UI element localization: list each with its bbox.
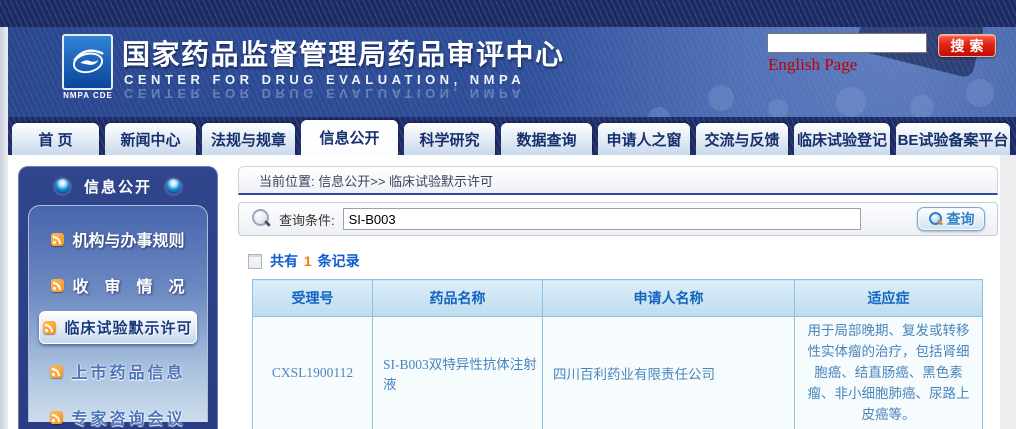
- rss-icon: [50, 365, 63, 378]
- search-icon: [928, 212, 943, 227]
- sidebar-title-label: 信息公开: [84, 176, 152, 197]
- records-summary: 共有 1 条记录: [238, 251, 998, 271]
- cell-applicant: 四川百利药业有限责任公司: [543, 317, 795, 429]
- tab-science[interactable]: 科学研究: [404, 123, 495, 155]
- records-text: 共有 1 条记录: [270, 251, 360, 271]
- sidebar-item-marketed-drug-info[interactable]: 上市药品信息: [29, 348, 207, 394]
- main-nav: 首 页 新闻中心 法规与规章 信息公开 科学研究 数据查询 申请人之窗 交流与反…: [8, 117, 1016, 155]
- logo-caption: NMPA CDE: [46, 91, 130, 100]
- rss-icon: [51, 279, 64, 292]
- sphere-icon: [166, 179, 181, 194]
- tab-feedback[interactable]: 交流与反馈: [696, 123, 788, 155]
- left-gutter: [0, 27, 8, 429]
- site-title-en-reflection: CENTER FOR DRUG EVALUATION, NMPA: [124, 86, 525, 101]
- right-gutter: [1000, 155, 1016, 429]
- top-decor-strip: [0, 0, 1016, 27]
- tab-data-query[interactable]: 数据查询: [501, 123, 592, 155]
- tab-clinical-trial-registry[interactable]: 临床试验登记: [794, 123, 890, 155]
- col-header-applicant: 申请人名称: [543, 280, 795, 317]
- records-count: 1: [302, 253, 314, 269]
- table-row: CXSL1900112 SI-B003双特异性抗体注射液 四川百利药业有限责任公…: [253, 317, 983, 429]
- pill-decor: [966, 79, 994, 107]
- swan-logo-icon: [69, 41, 107, 84]
- query-input[interactable]: [343, 208, 861, 230]
- rss-icon: [50, 411, 63, 424]
- query-label: 查询条件:: [279, 210, 335, 229]
- col-header-indication: 适应症: [795, 280, 983, 317]
- tab-regulations[interactable]: 法规与规章: [202, 123, 295, 155]
- site-search-input[interactable]: [767, 33, 927, 53]
- tab-news[interactable]: 新闻中心: [105, 123, 196, 155]
- site-search-button[interactable]: 搜索: [938, 34, 996, 57]
- english-page-link[interactable]: English Page: [768, 55, 857, 75]
- col-header-drug-name: 药品名称: [373, 280, 543, 317]
- table-header-row: 受理号 药品名称 申请人名称 适应症: [253, 280, 983, 317]
- sidebar: 信息公开 机构与办事规则 收 审 情 况 临床试验默示许可 上市药品信息: [18, 166, 218, 429]
- sidebar-item-acceptance[interactable]: 收 审 情 况: [29, 262, 207, 308]
- sidebar-item-clinical-trial-implied-license[interactable]: 临床试验默示许可: [39, 311, 197, 344]
- site-title-en: CENTER FOR DRUG EVALUATION, NMPA: [124, 72, 525, 87]
- col-header-acceptance-no: 受理号: [253, 280, 373, 317]
- tab-home[interactable]: 首 页: [12, 123, 99, 155]
- sidebar-panel: 机构与办事规则 收 审 情 况 临床试验默示许可 上市药品信息 专家咨询会议: [28, 205, 208, 422]
- query-button[interactable]: 查询: [917, 207, 985, 231]
- pill-decor: [836, 87, 866, 117]
- pill-decor: [708, 85, 734, 111]
- breadcrumb-text: 当前位置: 信息公开>> 临床试验默示许可: [259, 171, 493, 190]
- site-title-cn: 国家药品监督管理局药品审评中心: [122, 33, 565, 73]
- cell-acceptance-no: CXSL1900112: [253, 317, 373, 429]
- sidebar-title: 信息公开: [19, 167, 217, 205]
- results-table: 受理号 药品名称 申请人名称 适应症 CXSL1900112 SI-B003双特…: [252, 279, 983, 429]
- sidebar-item-rules[interactable]: 机构与办事规则: [29, 216, 207, 262]
- sphere-icon: [55, 179, 70, 194]
- tab-be-trial-platform[interactable]: BE试验备案平台: [896, 123, 1010, 155]
- pill-decor: [768, 99, 788, 117]
- tab-applicant-window[interactable]: 申请人之窗: [598, 123, 690, 155]
- main-content: 当前位置: 信息公开>> 临床试验默示许可 查询条件: 查询 共有 1 条记录: [238, 166, 998, 429]
- pill-decor: [910, 95, 934, 117]
- cell-indication: 用于局部晚期、复发或转移性实体瘤的治疗，包括肾细胞癌、结直肠癌、黑色素瘤、非小细…: [795, 317, 983, 429]
- rss-icon: [43, 321, 56, 334]
- tab-info-disclosure[interactable]: 信息公开: [301, 120, 398, 155]
- search-icon: [251, 209, 271, 229]
- list-icon: [248, 254, 262, 269]
- page: NMPA CDE 国家药品监督管理局药品审评中心 CENTER FOR DRUG…: [0, 0, 1016, 429]
- cde-logo[interactable]: [62, 34, 113, 90]
- query-bar: 查询条件: 查询: [238, 202, 998, 236]
- sidebar-item-expert-advisory-meeting[interactable]: 专家咨询会议: [29, 394, 207, 429]
- site-banner: NMPA CDE 国家药品监督管理局药品审评中心 CENTER FOR DRUG…: [8, 27, 1016, 117]
- breadcrumb: 当前位置: 信息公开>> 临床试验默示许可: [238, 166, 998, 195]
- cell-drug-name: SI-B003双特异性抗体注射液: [373, 317, 543, 429]
- pill-decor: [648, 107, 670, 117]
- rss-icon: [51, 233, 64, 246]
